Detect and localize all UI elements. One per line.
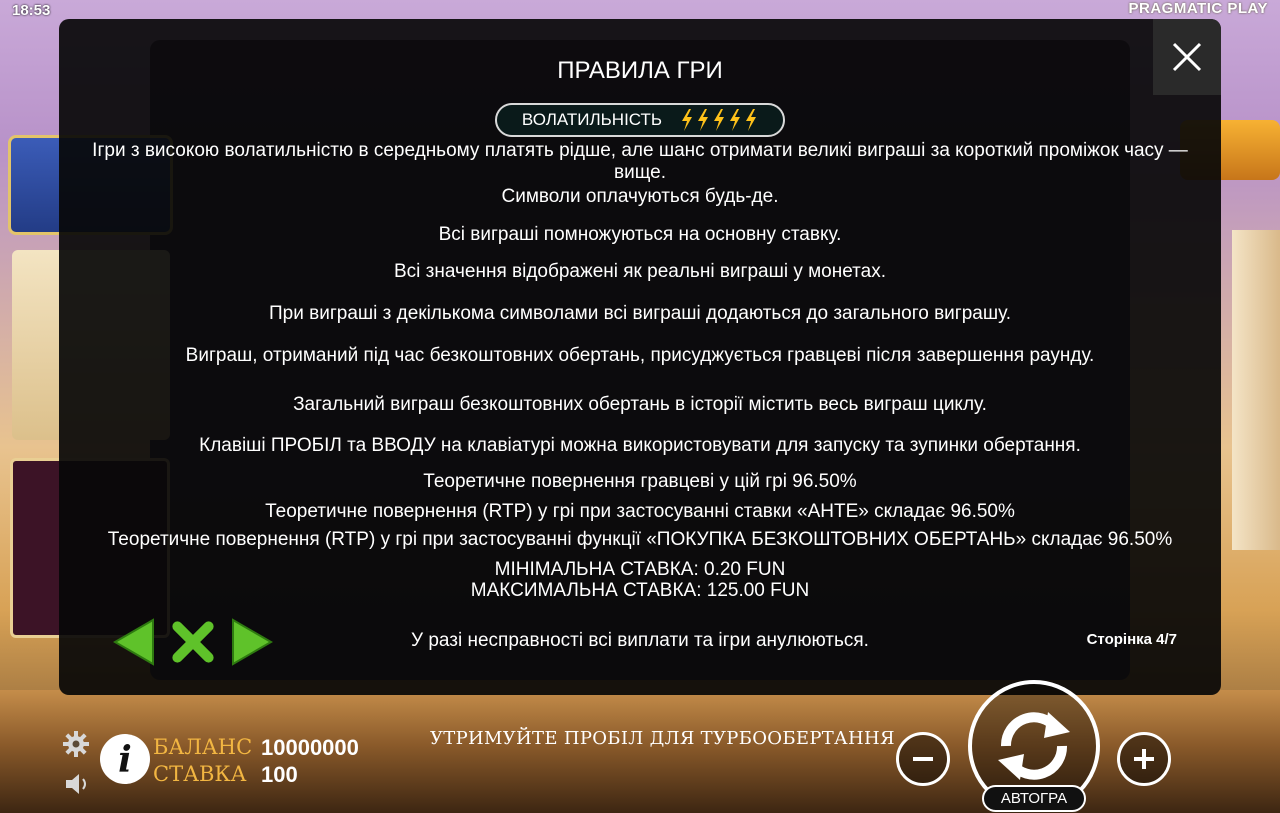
rule-free-spins-award: Виграш, отриманий під час безкоштовних о… [185, 345, 1095, 366]
spin-arrows-icon [998, 712, 1070, 780]
rule-volatility: Ігри з високою волатильністю в середньом… [92, 140, 1188, 183]
close-rules-x-button[interactable] [171, 617, 215, 667]
autoplay-button[interactable]: АВТОГРА [982, 785, 1086, 812]
balance-label: БАЛАНС [153, 735, 253, 759]
rule-multiply: Всі виграші помножуються на основну став… [438, 224, 842, 245]
rule-min-bet: МІНІМАЛЬНА СТАВКА: 0.20 FUN [494, 559, 786, 580]
close-button[interactable] [1153, 19, 1221, 95]
rule-rtp-ante: Теоретичне повернення (RTP) у грі при за… [265, 501, 1015, 522]
pillar-decoration [1232, 230, 1280, 550]
rule-multi-symbol: При виграші з декількома символами всі в… [269, 303, 1011, 324]
lightning-bolt-icon [714, 109, 725, 131]
info-button[interactable]: i [100, 734, 150, 784]
rule-history: Загальний виграш безкоштовних обертань в… [293, 394, 987, 415]
page-navigation [111, 617, 275, 667]
settings-gear-icon[interactable] [62, 730, 90, 758]
brand-logo: PRAGMATIC PLAY [1128, 0, 1268, 17]
prev-page-button[interactable] [111, 617, 155, 667]
lightning-bolt-icon [746, 109, 757, 131]
close-icon [1172, 42, 1202, 72]
rule-coins: Всі значення відображені як реальні вигр… [393, 261, 887, 282]
volatility-label: ВОЛАТИЛЬНІСТЬ [521, 110, 663, 129]
rules-modal: ПРАВИЛА ГРИ ВОЛАТИЛЬНІСТЬ Ігри з високою… [59, 19, 1221, 695]
rule-rtp: Теоретичне повернення гравцеві у цій грі… [423, 471, 857, 492]
rule-max-bet: МАКСИМАЛЬНА СТАВКА: 125.00 FUN [470, 580, 810, 601]
modal-title: ПРАВИЛА ГРИ [557, 57, 723, 84]
next-page-button[interactable] [231, 617, 275, 667]
rule-keyboard: Клавіші ПРОБІЛ та ВВОДУ на клавіатурі мо… [199, 435, 1081, 456]
rule-rtp-buy: Теоретичне повернення (RTP) у грі при за… [107, 529, 1173, 550]
increase-bet-button[interactable] [1117, 732, 1171, 786]
bet-label: СТАВКА [153, 762, 247, 786]
decrease-bet-button[interactable] [896, 732, 950, 786]
lightning-bolt-icon [682, 109, 693, 131]
volatility-badge: ВОЛАТИЛЬНІСТЬ [495, 103, 785, 137]
rule-pay-anywhere: Символи оплачуються будь-де. [501, 186, 779, 207]
sound-icon[interactable] [64, 772, 92, 796]
turbo-hint: УТРИМУЙТЕ ПРОБІЛ ДЛЯ ТУРБООБЕРТАННЯ [430, 728, 895, 749]
page-indicator: Сторінка 4/7 [1086, 631, 1177, 648]
minus-icon [913, 757, 933, 761]
lightning-bolt-icon [730, 109, 741, 131]
plus-icon [1134, 749, 1154, 769]
lightning-bolt-icon [698, 109, 709, 131]
clock: 18:53 [12, 2, 51, 19]
balance-value: 10000000 [261, 735, 359, 760]
bet-value: 100 [261, 762, 298, 787]
volatility-meter [680, 109, 758, 131]
